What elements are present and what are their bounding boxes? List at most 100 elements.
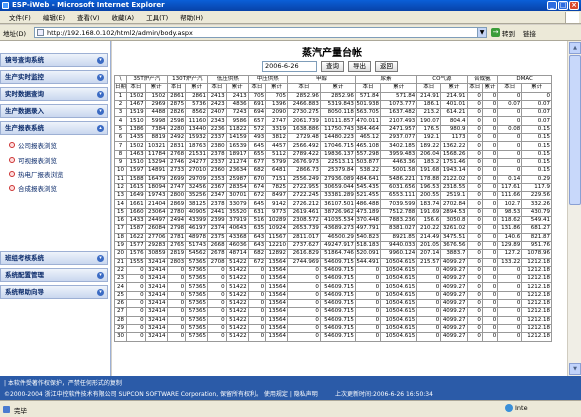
main-content: 蒸汽产量台帐 2006-6-26 查询 导出 返回 \ 35T炉产汽 130T炉产汽… xyxy=(112,41,567,376)
row-date-cell: 17 xyxy=(113,224,128,234)
table-cell: 2747 xyxy=(166,182,187,193)
table-cell: 0 xyxy=(481,332,499,342)
table-cell: 614.21 xyxy=(440,108,468,118)
column-header: 本日 xyxy=(247,83,267,93)
table-cell: 118.62 xyxy=(497,216,523,226)
scroll-down-icon[interactable]: ▼ xyxy=(569,363,581,375)
table-cell: 0 xyxy=(166,332,187,342)
table-cell: 0 xyxy=(416,298,442,309)
menu-favorites[interactable]: 收藏(A) xyxy=(106,12,141,22)
nav-item-team-assessment[interactable]: 班组考核系统 ▾ xyxy=(0,251,108,265)
subitem-visual-report[interactable]: 可视报表浏览 xyxy=(9,155,57,165)
table-cell: 10504.615 xyxy=(380,290,418,301)
table-cell: 1588 xyxy=(126,174,146,184)
row-date-cell: 13 xyxy=(113,191,128,201)
table-cell: 0 xyxy=(466,174,483,184)
table-cell: 25987 xyxy=(225,174,249,184)
menu-file[interactable]: 文件(F) xyxy=(3,12,37,22)
nav-item-realtime-data[interactable]: 实时数据查询 ▾ xyxy=(0,87,108,101)
table-cell: 0 xyxy=(166,274,187,284)
nav-item-reports[interactable]: 生产报表系统 ▴ xyxy=(0,121,108,135)
subitem-synthesis-report[interactable]: 合成报表浏览 xyxy=(9,183,57,193)
menu-edit[interactable]: 编辑(E) xyxy=(37,12,71,22)
table-cell: 40643 xyxy=(225,224,249,234)
links-button[interactable]: 链接 xyxy=(523,28,536,38)
subitem-company-report[interactable]: 公司报表浏览 xyxy=(9,140,57,150)
table-cell: 674 xyxy=(247,182,267,193)
menu-bar: 文件(F) 编辑(E) 查看(V) 收藏(A) 工具(T) 帮助(H) xyxy=(0,11,581,24)
table-cell: 2781 xyxy=(166,232,187,242)
column-header: 日期 xyxy=(113,83,128,93)
table-cell: 30659.044 xyxy=(319,182,356,193)
table-cell: 0 xyxy=(481,224,499,234)
scroll-up-icon[interactable]: ▲ xyxy=(569,42,581,54)
close-icon[interactable]: × xyxy=(569,1,579,10)
table-cell: 0.07 xyxy=(497,99,523,110)
header-row-groups: \ 35T炉产汽 130T炉产汽 低压供热 中压供热 甲醇 尿素 CO气源 合成氨 DMAC xyxy=(113,74,552,85)
table-cell: 2747 xyxy=(265,116,288,126)
table-cell: 8497 xyxy=(265,191,288,201)
table-cell: 821.87 xyxy=(521,232,552,242)
table-cell: 0 xyxy=(354,323,382,334)
table-cell: 24277 xyxy=(185,157,209,168)
table-cell: 2852.96 xyxy=(287,91,321,101)
nav-item-data-entry[interactable]: 生产数据录入 ▾ xyxy=(0,104,108,118)
table-cell: 32414 xyxy=(144,257,168,267)
row-date-cell: 2 xyxy=(113,99,128,110)
table-cell: 518.183 xyxy=(354,240,382,251)
table-cell: 32414 xyxy=(144,265,168,276)
nav-item-realtime-monitor[interactable]: 生产实时监控 ▾ xyxy=(0,70,108,84)
table-cell: 1212.18 xyxy=(521,282,552,292)
table-cell: 0 xyxy=(207,323,227,334)
table-cell: 57365 xyxy=(185,265,209,276)
nav-item-system-query[interactable]: 镜号查询系统 ▾ xyxy=(0,53,108,67)
minimize-icon[interactable]: _ xyxy=(547,1,557,10)
go-button[interactable]: → 转到 xyxy=(491,28,515,38)
table-cell: 1463 xyxy=(126,149,146,159)
table-cell: 2722.245 xyxy=(287,191,321,201)
maximize-icon[interactable]: □ xyxy=(558,1,568,10)
dropdown-arrow-icon[interactable]: ▼ xyxy=(477,28,486,37)
vertical-scrollbar[interactable]: ▲ ▼ xyxy=(567,41,581,376)
export-button[interactable]: 导出 xyxy=(348,61,371,72)
table-cell: 0.15 xyxy=(521,141,552,151)
menu-help[interactable]: 帮助(H) xyxy=(174,12,209,22)
date-input[interactable]: 2006-6-26 xyxy=(262,61,317,72)
table-cell: 430.79 xyxy=(521,207,552,218)
menu-view[interactable]: 查看(V) xyxy=(71,12,106,22)
address-url: http://192.168.0.102/html2/admin/body.as… xyxy=(47,28,193,37)
table-cell: 0 xyxy=(466,207,483,218)
address-input[interactable]: http://192.168.0.102/html2/admin/body.as… xyxy=(34,27,487,38)
table-row: 8 1463 11784 2768 21531 2378 18917 655 5112 2789.… xyxy=(113,149,552,159)
table-cell: 0 xyxy=(497,141,523,151)
subitem-thermal-report[interactable]: 热电厂报表浏览 xyxy=(9,169,64,179)
table-cell: 24497 xyxy=(144,216,168,226)
table-row: 6 1435 8819 2492 15932 2337 14159 493 3812 2729.4… xyxy=(113,133,552,143)
chevron-icon: ▾ xyxy=(97,272,104,279)
row-date-cell: 6 xyxy=(113,133,128,143)
table-cell: 1587 xyxy=(126,224,146,234)
table-cell: 0.15 xyxy=(521,166,552,176)
table-cell: 473.189 xyxy=(354,207,382,218)
nav-item-system-config[interactable]: 系统配置管理 ▾ xyxy=(0,268,108,282)
scroll-thumb[interactable] xyxy=(569,55,581,205)
table-cell: 0 xyxy=(497,166,523,176)
table-cell: 635 xyxy=(247,224,267,234)
nav-item-help-guide[interactable]: 系统帮助向导 ▾ xyxy=(0,285,108,299)
column-header: 累计 xyxy=(319,83,356,93)
row-date-cell: 21 xyxy=(113,257,128,267)
table-cell: 13564 xyxy=(265,323,288,334)
query-button[interactable]: 查询 xyxy=(321,61,344,72)
table-cell: 0 xyxy=(207,332,227,342)
table-cell: 46197 xyxy=(185,224,209,234)
table-cell: 2343 xyxy=(207,116,227,126)
column-header: 本日 xyxy=(354,83,382,93)
table-cell: 14159 xyxy=(225,133,249,143)
back-button[interactable]: 返回 xyxy=(375,61,398,72)
menu-tools[interactable]: 工具(T) xyxy=(140,12,174,22)
table-cell: 183.2 xyxy=(416,157,442,168)
column-header: 累计 xyxy=(481,83,499,93)
table-cell: 1078.96 xyxy=(521,249,552,259)
row-date-cell: 8 xyxy=(113,149,128,159)
table-cell: 1173 xyxy=(440,133,468,143)
